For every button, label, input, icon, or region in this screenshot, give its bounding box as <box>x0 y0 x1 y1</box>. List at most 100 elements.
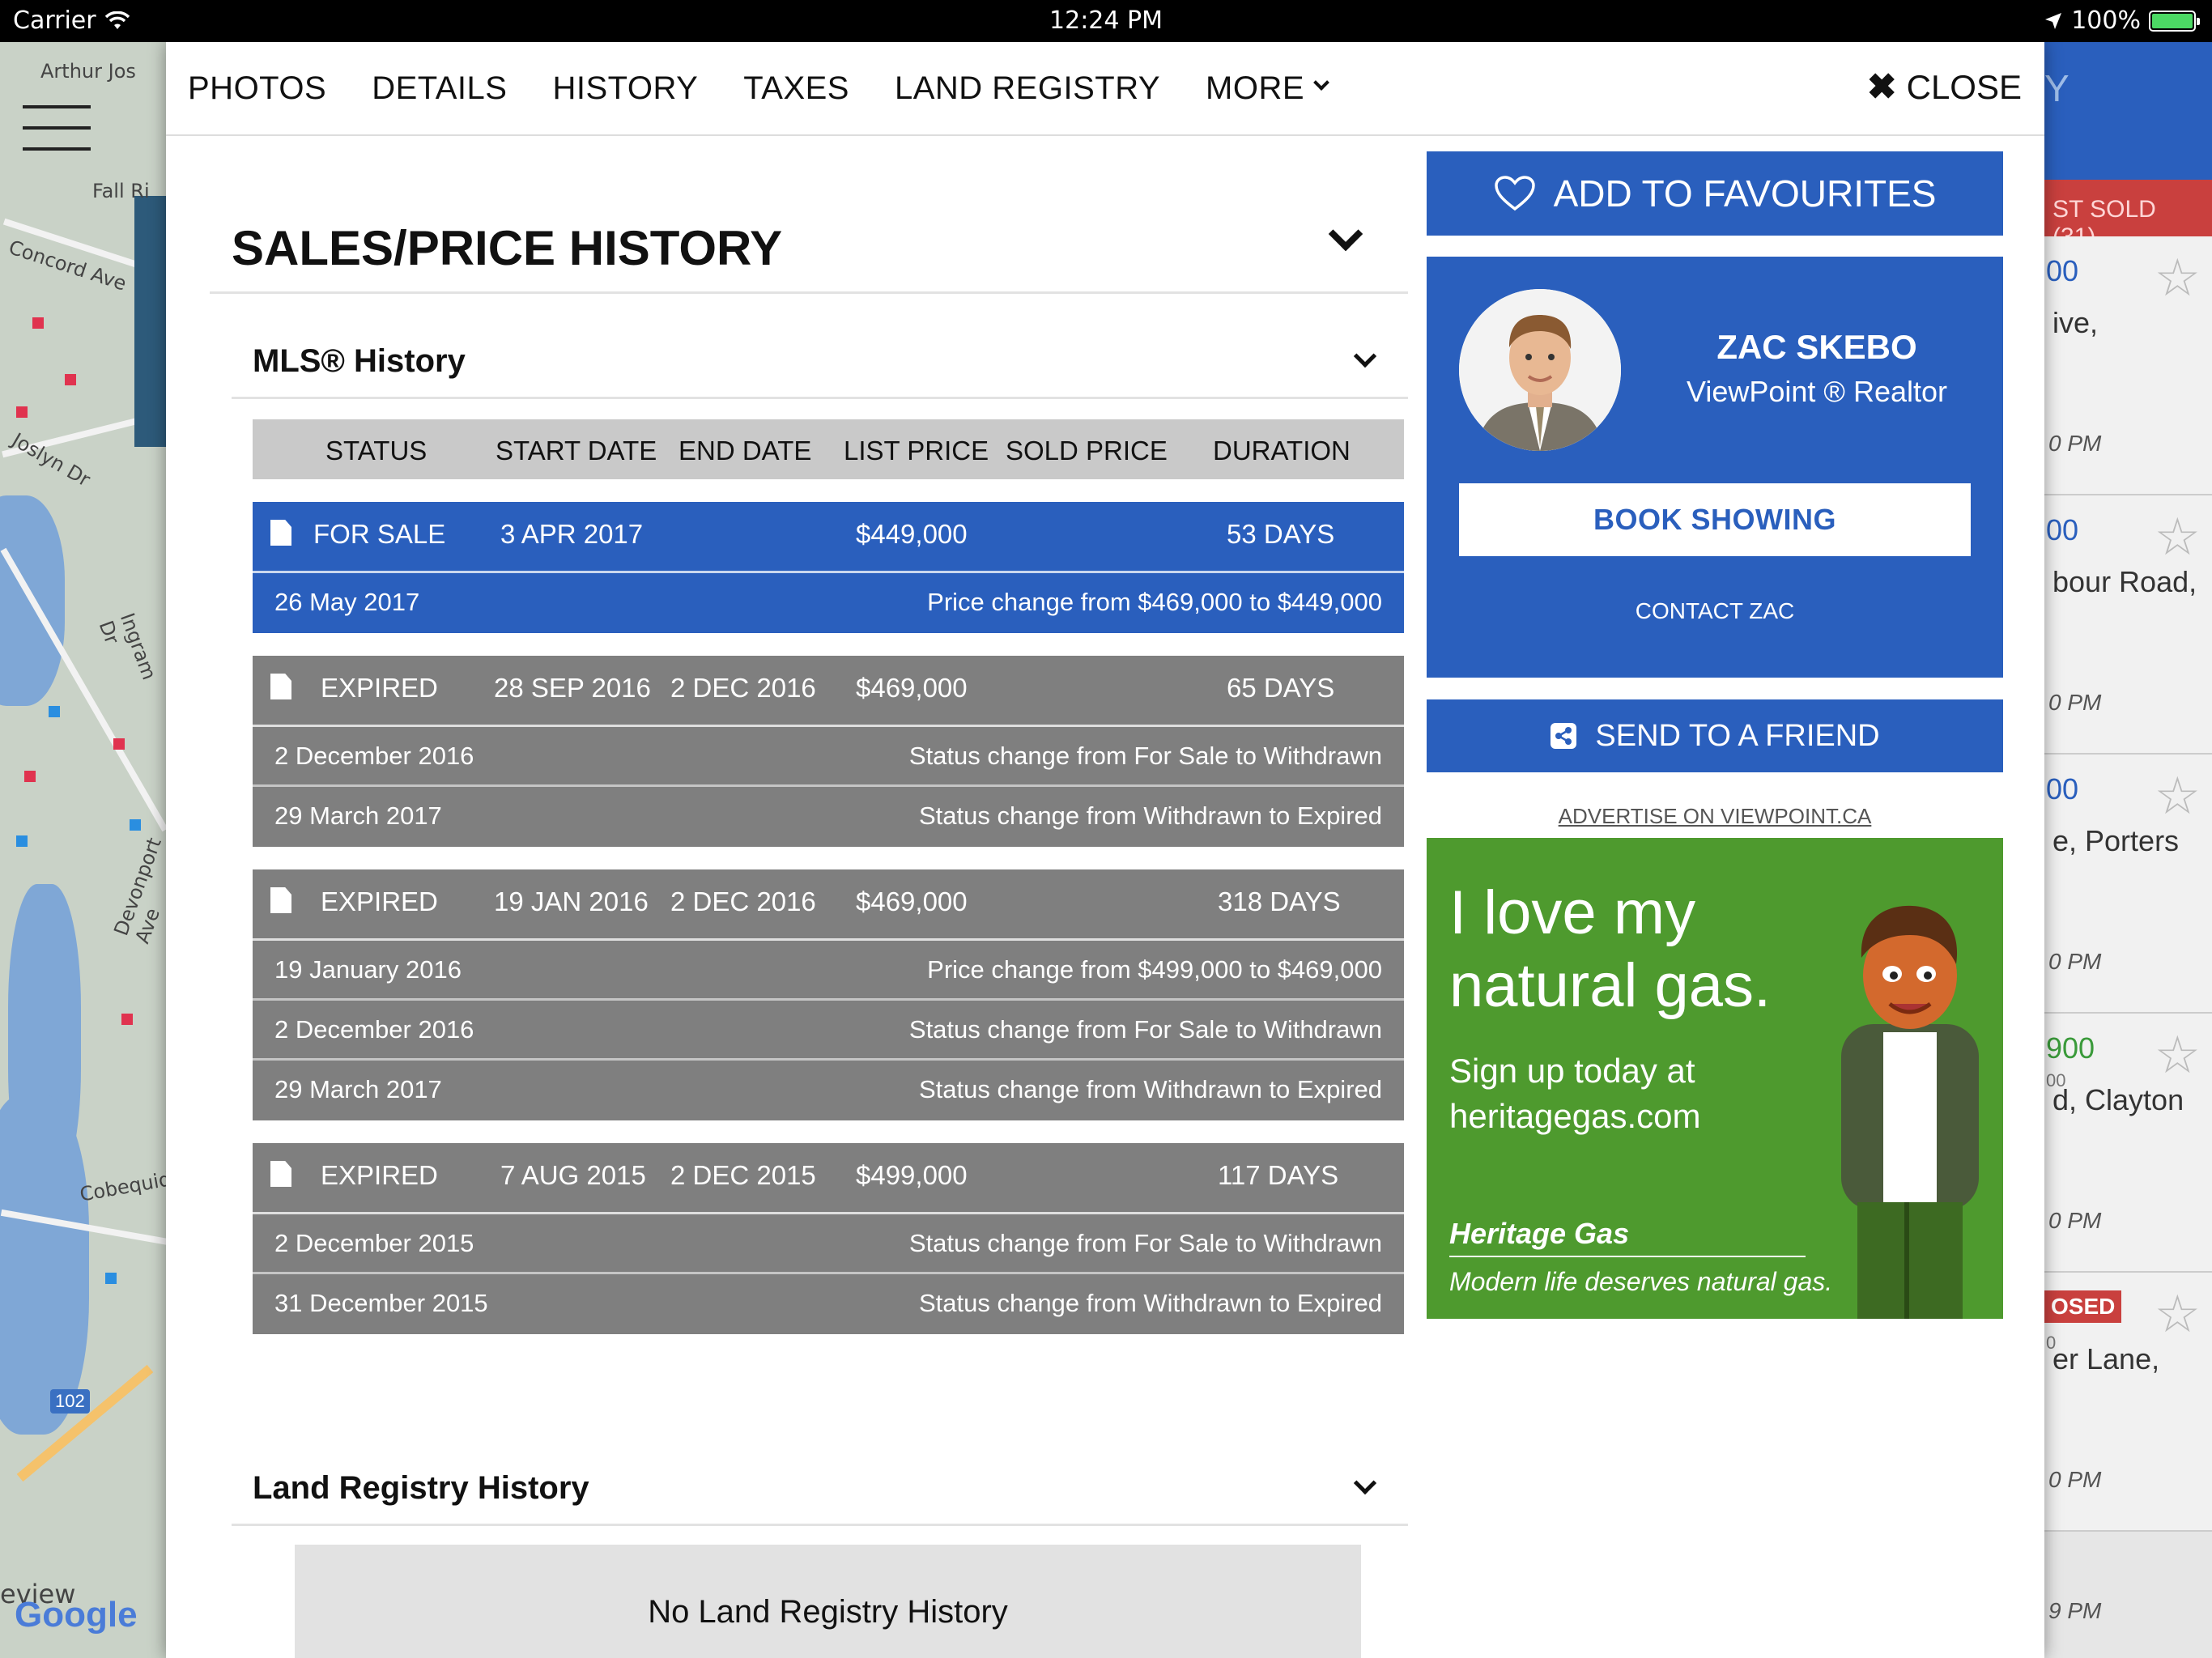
listing-price: 00 <box>2046 772 2079 806</box>
event-date: 29 March 2017 <box>274 801 442 830</box>
agent-name: ZAC SKEBO <box>1716 328 1917 366</box>
entry-duration: 53 DAYS <box>1227 519 1335 549</box>
col-status: STATUS <box>325 436 428 466</box>
document-icon <box>270 520 291 546</box>
listing-time: 0 PM <box>2048 1467 2102 1492</box>
event-date: 19 January 2016 <box>274 955 462 984</box>
event-date: 2 December 2015 <box>274 1229 474 1257</box>
listing-card[interactable]: 00 ive, 0 PM ☆ <box>2044 236 2212 495</box>
land-registry-title: Land Registry History <box>253 1470 589 1506</box>
listing-address: bour Road, <box>2052 565 2197 598</box>
mls-history-title: MLS® History <box>253 343 466 379</box>
close-label: CLOSE <box>1906 67 2022 106</box>
share-icon <box>1551 723 1577 749</box>
advertisement[interactable]: I love my natural gas. Sign up today at … <box>1427 838 2003 1319</box>
entry-end: 2 DEC 2015 <box>670 1160 816 1190</box>
entry-start: 28 SEP 2016 <box>494 673 651 703</box>
tab-photos[interactable]: PHOTOS <box>188 70 326 107</box>
book-showing-button[interactable]: BOOK SHOWING <box>1459 483 1971 556</box>
map-background[interactable]: Arthur Jos Fall Ri Concord Ave Joslyn Dr… <box>0 42 170 1658</box>
entry-duration: 65 DAYS <box>1227 673 1335 703</box>
history-entry[interactable]: EXPIRED 19 JAN 2016 2 DEC 2016 $469,000 … <box>253 869 1404 1120</box>
avatar[interactable] <box>1459 289 1621 451</box>
send-label: SEND TO A FRIEND <box>1595 718 1880 753</box>
event-note: Status change from Withdrawn to Expired <box>918 801 1382 830</box>
google-logo: Google <box>15 1595 138 1635</box>
tab-details[interactable]: DETAILS <box>372 70 507 107</box>
entry-duration: 318 DAYS <box>1218 886 1341 916</box>
star-icon[interactable]: ☆ <box>2155 766 2201 827</box>
chevron-down-icon[interactable] <box>1353 1471 1377 1495</box>
event-date: 29 March 2017 <box>274 1075 442 1103</box>
closed-badge: OSED <box>2044 1290 2122 1323</box>
add-to-favourites-button[interactable]: ADD TO FAVOURITES <box>1427 151 2003 236</box>
col-list-price: LIST PRICE <box>844 436 989 466</box>
tab-history[interactable]: HISTORY <box>552 70 698 107</box>
star-icon[interactable]: ☆ <box>2155 507 2201 568</box>
history-entry[interactable]: EXPIRED 28 SEP 2016 2 DEC 2016 $469,000 … <box>253 656 1404 847</box>
agent-role: ViewPoint ® Realtor <box>1686 375 1947 408</box>
map-label: Cobequid <box>78 1167 170 1206</box>
history-entry[interactable]: FOR SALE 3 APR 2017 $449,000 53 DAYS 26 … <box>253 502 1404 633</box>
entry-duration: 117 DAYS <box>1218 1160 1339 1190</box>
battery-icon <box>2149 10 2200 32</box>
send-to-friend-button[interactable]: SEND TO A FRIEND <box>1427 699 2003 772</box>
entry-status: EXPIRED <box>321 1160 438 1190</box>
sold-tab[interactable]: ST SOLD (31) <box>2044 180 2212 250</box>
document-icon <box>270 674 291 699</box>
star-icon[interactable]: ☆ <box>2155 1025 2201 1086</box>
event-date: 26 May 2017 <box>274 588 420 616</box>
listing-card[interactable]: OSED 0 er Lane, 0 PM ☆ <box>2044 1273 2212 1532</box>
chevron-down-icon[interactable] <box>1353 344 1377 368</box>
star-icon[interactable]: ☆ <box>2155 248 2201 308</box>
chevron-down-icon[interactable] <box>1328 216 1363 252</box>
entry-list-price: $499,000 <box>856 1160 968 1190</box>
contact-agent-link[interactable]: CONTACT ZAC <box>1427 598 2003 624</box>
ad-tagline: Modern life deserves natural gas. <box>1449 1267 1833 1296</box>
chevron-down-icon <box>1313 74 1329 91</box>
page-title: SALES/PRICE HISTORY <box>232 221 783 275</box>
property-modal: PHOTOS DETAILS HISTORY TAXES LAND REGIST… <box>166 42 2044 1658</box>
document-icon <box>270 887 291 913</box>
ad-brand: Heritage Gas <box>1449 1217 1630 1250</box>
tab-land-registry[interactable]: LAND REGISTRY <box>895 70 1160 107</box>
history-event: 26 May 2017 Price change from $469,000 t… <box>253 573 1404 633</box>
listing-card[interactable]: 00 bour Road, 0 PM ☆ <box>2044 495 2212 755</box>
entry-list-price: $469,000 <box>856 673 968 703</box>
ad-headline: I love my natural gas. <box>1449 878 1772 1020</box>
close-button[interactable]: ✖ CLOSE <box>1867 66 2022 108</box>
listing-card[interactable]: 9 PM <box>2044 1532 2212 1658</box>
listing-card[interactable]: 900 00 d, Clayton 0 PM ☆ <box>2044 1014 2212 1273</box>
entry-status: FOR SALE <box>313 519 446 549</box>
menu-icon[interactable] <box>23 105 91 168</box>
advertise-link[interactable]: ADVERTISE ON VIEWPOINT.CA <box>1427 804 2003 829</box>
entry-list-price: $449,000 <box>856 519 968 549</box>
battery-percent: 100% <box>2071 6 2141 35</box>
listing-address: er Lane, <box>2052 1342 2160 1375</box>
listing-time: 0 PM <box>2048 1208 2102 1233</box>
map-label: Ingram Dr <box>94 610 161 683</box>
history-event: 2 December 2016 Status change from For S… <box>253 1001 1404 1061</box>
history-entry[interactable]: EXPIRED 7 AUG 2015 2 DEC 2015 $499,000 1… <box>253 1143 1404 1334</box>
map-label: Fall Ri <box>92 180 150 202</box>
event-note: Status change from For Sale to Withdrawn <box>908 742 1382 770</box>
status-bar: Carrier 12:24 PM 100% <box>0 0 2212 42</box>
highway-shield: 102 <box>50 1389 90 1414</box>
history-event: 2 December 2015 Status change from For S… <box>253 1214 1404 1274</box>
listing-card[interactable]: 00 e, Porters 0 PM ☆ <box>2044 755 2212 1014</box>
tab-more[interactable]: MORE <box>1206 70 1329 107</box>
star-icon[interactable]: ☆ <box>2155 1284 2201 1345</box>
close-icon: ✖ <box>1866 67 1897 107</box>
event-note: Status change from Withdrawn to Expired <box>918 1075 1382 1103</box>
history-event: 31 December 2015 Status change from With… <box>253 1274 1404 1334</box>
listing-price: 00 <box>2046 254 2079 287</box>
location-arrow-icon <box>2045 12 2062 29</box>
history-event: 19 January 2016 Price change from $499,0… <box>253 941 1404 1001</box>
top-nav: PHOTOS DETAILS HISTORY TAXES LAND REGIST… <box>166 42 2044 136</box>
tab-taxes[interactable]: TAXES <box>743 70 849 107</box>
listing-address: d, Clayton <box>2052 1083 2184 1116</box>
listing-time: 9 PM <box>2048 1598 2102 1623</box>
listing-time: 0 PM <box>2048 690 2102 715</box>
listing-time: 0 PM <box>2048 431 2102 456</box>
header-partial: Y <box>2044 67 2069 109</box>
